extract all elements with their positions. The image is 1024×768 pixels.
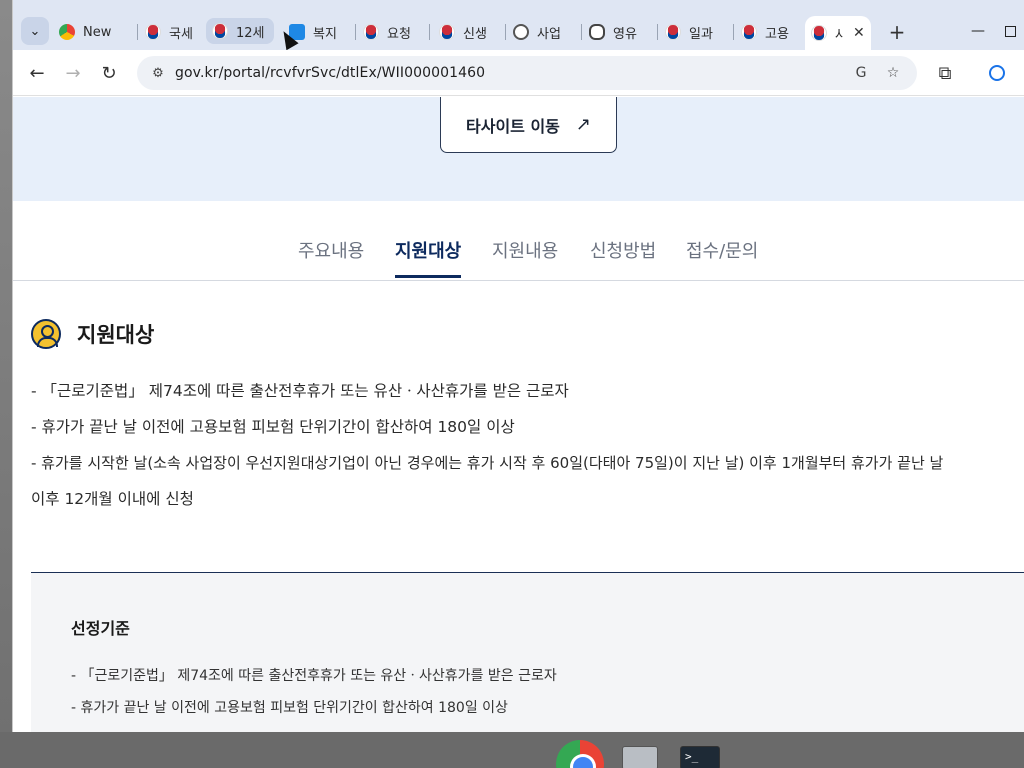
tab-label: 고용: [765, 26, 789, 42]
gov-kr-icon: [439, 24, 455, 40]
tab-separator: [137, 24, 138, 40]
tab-label: 일과: [689, 26, 713, 42]
tab-support-content[interactable]: 지원내용: [492, 237, 558, 275]
puzzle-icon: ⧉: [938, 62, 952, 84]
translate-icon[interactable]: G: [851, 63, 871, 83]
tab-contact[interactable]: 접수/문의: [686, 237, 758, 275]
tab-strip: ⌄ New 국세 12세 복지 요청 신생 사업 영유 일과 고용 ✕ + —: [13, 0, 1024, 51]
gov-kr-icon: [811, 25, 827, 41]
list-item: - 휴가가 끝난 날 이전에 고용보험 피보험 단위기간이 합산하여 180일 …: [31, 418, 515, 436]
youth-icon: [589, 24, 605, 40]
tab-separator: [733, 24, 734, 40]
external-site-label: 타사이트 이동: [466, 116, 560, 136]
terminal-taskbar-icon[interactable]: >_: [680, 746, 720, 768]
tab-separator: [581, 24, 582, 40]
gov-kr-icon: [212, 23, 228, 39]
criteria-item: - 「근로기준법」 제74조에 따른 출산전후휴가 또는 유산ㆍ사산휴가를 받은…: [71, 668, 557, 684]
page-content: 타사이트 이동 ↗ 주요내용 지원대상 지원내용 신청방법 접수/문의 지원대상…: [13, 97, 1024, 732]
tab-separator: [505, 24, 506, 40]
maximize-icon: [1004, 25, 1016, 37]
tab-label: 사업: [537, 26, 561, 42]
tab-search-button[interactable]: ⌄: [21, 17, 49, 45]
list-item: - 「근로기준법」 제74조에 따른 출산전후휴가 또는 유산ㆍ사산휴가를 받은…: [31, 382, 569, 400]
gov-kr-icon: [363, 24, 379, 40]
site-info-icon[interactable]: ⚙: [149, 64, 167, 82]
tab-label: 신생: [463, 26, 487, 42]
tab-label: 12세: [236, 25, 265, 41]
criteria-title: 선정기준: [71, 619, 130, 638]
minimize-button[interactable]: —: [965, 18, 991, 44]
terminal-label: >_: [685, 750, 699, 763]
tab-separator: [657, 24, 658, 40]
list-item: - 휴가를 시작한 날(소속 사업장이 우선지원대상기업이 아닌 경우에는 휴가…: [31, 454, 944, 472]
eligibility-list: - 「근로기준법」 제74조에 따른 출산전후휴가 또는 유산ㆍ사산휴가를 받은…: [31, 373, 1021, 517]
arrow-left-icon: ←: [29, 62, 45, 84]
tab-eligibility[interactable]: 지원대상: [395, 237, 462, 278]
address-bar[interactable]: ⚙ gov.kr/portal/rcvfvrSvc/dtlEx/WII00000…: [137, 56, 917, 90]
tab-label: 복지: [313, 26, 337, 42]
tab-label: 영유: [613, 26, 637, 42]
external-site-button[interactable]: 타사이트 이동 ↗: [440, 97, 617, 153]
tab-work[interactable]: 일과: [659, 17, 731, 47]
bookmark-star-icon[interactable]: ☆: [883, 63, 903, 83]
content-tabs: 주요내용 지원대상 지원내용 신청방법 접수/문의: [13, 201, 1024, 281]
chevron-down-icon: ⌄: [29, 23, 41, 39]
tab-employment[interactable]: 고용: [735, 17, 807, 47]
extensions-button[interactable]: ⧉: [931, 59, 959, 87]
reload-icon: ↻: [101, 62, 117, 84]
maximize-button[interactable]: [997, 18, 1023, 44]
tab-request[interactable]: 요청: [357, 17, 427, 47]
forward-button[interactable]: →: [59, 59, 87, 87]
profile-icon: [989, 65, 1005, 81]
new-tab-button[interactable]: +: [883, 18, 911, 46]
arrow-right-icon: →: [65, 62, 81, 84]
tab-infant[interactable]: 영유: [583, 17, 655, 47]
tab-national-tax[interactable]: 국세: [139, 17, 209, 47]
chrome-icon: [59, 24, 75, 40]
tab-label: New: [83, 24, 112, 40]
tab-how-to-apply[interactable]: 신청방법: [590, 237, 656, 275]
tab-newborn[interactable]: 신생: [433, 17, 503, 47]
gov-kr-icon: [665, 24, 681, 40]
tab-business[interactable]: 사업: [507, 17, 579, 47]
browser-window: ⌄ New 국세 12세 복지 요청 신생 사업 영유 일과 고용 ✕ + — …: [12, 0, 1024, 732]
tab-active[interactable]: 사 ✕: [805, 16, 871, 50]
person-icon: [31, 319, 61, 349]
profile-button[interactable]: [983, 59, 1011, 87]
url-text: gov.kr/portal/rcvfvrSvc/dtlEx/WII0000014…: [175, 65, 486, 81]
hero-banner: 타사이트 이동 ↗: [13, 97, 1024, 201]
reload-button[interactable]: ↻: [95, 59, 123, 87]
minimize-icon: —: [971, 23, 985, 39]
list-item-continued: 이후 12개월 이내에 신청: [31, 490, 194, 508]
tab-12[interactable]: 12세: [206, 18, 274, 44]
criteria-item: - 휴가가 끝난 날 이전에 고용보험 피보험 단위기간이 합산하여 180일 …: [71, 700, 508, 716]
tab-main-content[interactable]: 주요내용: [298, 237, 364, 275]
section-title: 지원대상: [77, 323, 155, 347]
files-taskbar-icon[interactable]: [622, 746, 658, 768]
section-heading: 지원대상: [31, 319, 154, 349]
selection-criteria-box: 선정기준 - 「근로기준법」 제74조에 따른 출산전후휴가 또는 유산ㆍ사산휴…: [31, 573, 1024, 732]
gov-kr-icon: [741, 24, 757, 40]
tab-label: 사: [835, 24, 843, 43]
browser-toolbar: ← → ↻ ⚙ gov.kr/portal/rcvfvrSvc/dtlEx/WI…: [13, 50, 1024, 96]
globe-icon: [513, 24, 529, 40]
taskbar: [0, 732, 1024, 768]
external-link-icon: ↗: [575, 114, 591, 135]
gov-kr-icon: [145, 24, 161, 40]
back-button[interactable]: ←: [23, 59, 51, 87]
tab-separator: [429, 24, 430, 40]
close-icon[interactable]: ✕: [853, 25, 865, 41]
tab-separator: [355, 24, 356, 40]
tab-label: 요청: [387, 26, 411, 42]
tab-new[interactable]: New: [53, 17, 131, 47]
tab-label: 국세: [169, 26, 193, 42]
plus-icon: +: [888, 20, 906, 44]
